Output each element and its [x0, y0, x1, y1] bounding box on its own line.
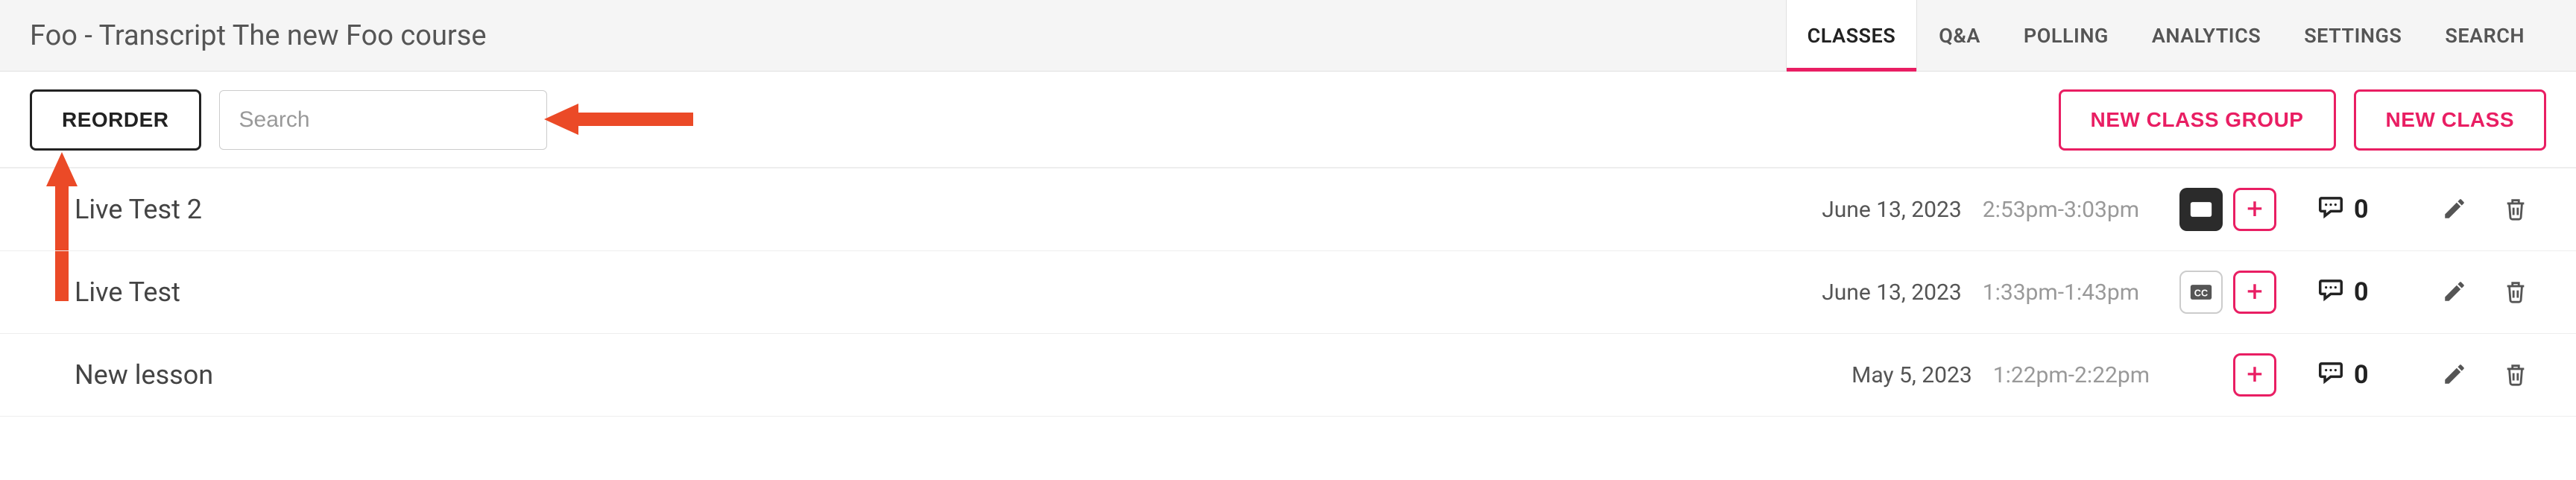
comment-icon — [2317, 275, 2345, 310]
class-row[interactable]: Live Test June 13, 2023 1:33pm-1:43pm +0 — [0, 251, 2576, 334]
media-actions: + — [2190, 353, 2276, 397]
new-class-button[interactable]: NEW CLASS — [2354, 89, 2547, 151]
class-title: Live Test — [75, 277, 1804, 308]
row-actions — [2439, 193, 2531, 227]
comment-count: 0 — [2354, 195, 2369, 224]
tab-classes[interactable]: CLASSES — [1786, 0, 1918, 71]
class-row[interactable]: New lesson May 5, 2023 1:22pm-2:22pm +0 — [0, 334, 2576, 417]
row-actions — [2439, 359, 2531, 392]
pencil-icon — [2442, 378, 2467, 389]
class-date: May 5, 2023 — [1852, 362, 1972, 388]
comments-button[interactable]: 0 — [2317, 358, 2376, 393]
class-time: 1:22pm-2:22pm — [1993, 362, 2150, 388]
class-title: New lesson — [75, 359, 1834, 391]
media-actions: + — [2179, 188, 2276, 231]
class-rows: Live Test 2June 13, 20232:53pm-3:03pm+0L… — [0, 168, 2576, 417]
comments-button[interactable]: 0 — [2317, 192, 2376, 227]
delete-button[interactable] — [2500, 359, 2531, 392]
reorder-button[interactable]: REORDER — [30, 89, 201, 151]
pencil-icon — [2442, 212, 2467, 224]
delete-button[interactable] — [2500, 276, 2531, 309]
tab-analytics[interactable]: ANALYTICS — [2130, 0, 2282, 71]
annotation-arrow-to-search — [544, 101, 693, 138]
comment-icon — [2317, 192, 2345, 227]
header-bar: Foo - Transcript The new Foo course CLAS… — [0, 0, 2576, 72]
toolbar: REORDER NEW CLASS GROUP NEW CLASS — [0, 72, 2576, 168]
media-actions: + — [2179, 271, 2276, 314]
tabs: CLASSES Q&A POLLING ANALYTICS SETTINGS S… — [1786, 0, 2546, 71]
edit-button[interactable] — [2439, 276, 2470, 309]
class-row[interactable]: Live Test 2 June 13, 2023 2:53pm-3:03pm +0 — [0, 168, 2576, 251]
comment-icon — [2317, 358, 2345, 393]
add-media-button[interactable]: + — [2233, 271, 2276, 314]
class-time: 1:33pm-1:43pm — [1983, 280, 2139, 306]
add-media-button[interactable]: + — [2233, 353, 2276, 397]
tab-qa[interactable]: Q&A — [1917, 0, 2002, 71]
comment-count: 0 — [2354, 277, 2369, 307]
new-class-group-button[interactable]: NEW CLASS GROUP — [2059, 89, 2336, 151]
edit-button[interactable] — [2439, 193, 2470, 227]
class-title: Live Test 2 — [75, 194, 1804, 225]
tab-settings[interactable]: SETTINGS — [2282, 0, 2423, 71]
media-cc-icon[interactable] — [2179, 188, 2223, 231]
add-media-button[interactable]: + — [2233, 188, 2276, 231]
trash-icon — [2503, 378, 2528, 389]
class-date: June 13, 2023 — [1822, 197, 1962, 223]
edit-button[interactable] — [2439, 359, 2470, 392]
trash-icon — [2503, 212, 2528, 224]
comment-count: 0 — [2354, 360, 2369, 390]
row-actions — [2439, 276, 2531, 309]
comments-button[interactable]: 0 — [2317, 275, 2376, 310]
pencil-icon — [2442, 295, 2467, 306]
media-cc-icon[interactable] — [2179, 271, 2223, 314]
trash-icon — [2503, 295, 2528, 306]
page-title: Foo - Transcript The new Foo course — [30, 19, 487, 52]
class-date: June 13, 2023 — [1822, 280, 1962, 306]
delete-button[interactable] — [2500, 193, 2531, 227]
tab-polling[interactable]: POLLING — [2002, 0, 2130, 71]
class-time: 2:53pm-3:03pm — [1983, 197, 2139, 223]
search-input[interactable] — [219, 90, 547, 150]
tab-search[interactable]: SEARCH — [2423, 0, 2546, 71]
